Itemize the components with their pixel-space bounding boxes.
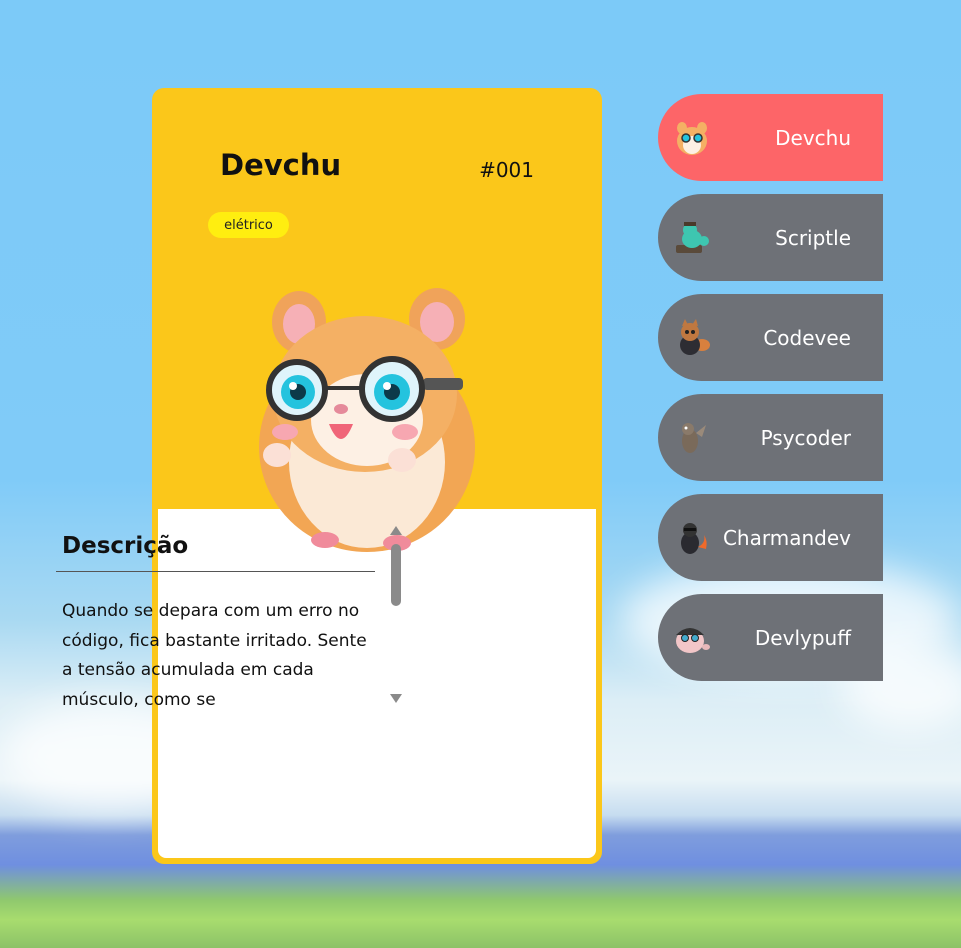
roster-item-charmandev[interactable]: Charmandev <box>658 494 883 581</box>
roster-item-label: Devchu <box>775 125 851 150</box>
description-text: Quando se depara com um erro no código, … <box>62 601 367 710</box>
roster-item-label: Scriptle <box>775 225 851 250</box>
devlypuff-avatar-icon <box>676 628 710 653</box>
roster-item-label: Psycoder <box>760 425 851 450</box>
roster-item-label: Codevee <box>763 325 851 350</box>
scroll-down-arrow-icon[interactable] <box>389 692 403 704</box>
codevee-avatar-icon <box>680 319 710 355</box>
scrollbar-thumb[interactable] <box>391 544 401 606</box>
type-badge: elétrico <box>208 212 289 238</box>
scroll-up-arrow-icon[interactable] <box>389 524 403 536</box>
roster-item-codevee[interactable]: Codevee <box>658 294 883 381</box>
roster-item-devlypuff[interactable]: Devlypuff <box>658 594 883 681</box>
psycoder-avatar-icon <box>682 423 706 453</box>
roster-item-scriptle[interactable]: Scriptle <box>658 194 883 281</box>
description-divider <box>56 571 375 572</box>
character-number: #001 <box>479 158 534 182</box>
charmandev-avatar-icon <box>681 523 707 554</box>
hamster-illustration <box>259 288 475 552</box>
roster-item-psycoder[interactable]: Psycoder <box>658 394 883 481</box>
devchu-avatar-icon <box>677 122 707 155</box>
character-name: Devchu <box>220 148 342 182</box>
scriptle-avatar-icon <box>676 222 709 253</box>
roster-item-label: Devlypuff <box>754 625 851 650</box>
description-heading: Descrição <box>62 533 189 559</box>
roster-item-label: Charmandev <box>722 525 851 550</box>
roster-item-devchu[interactable]: Devchu <box>658 94 883 181</box>
